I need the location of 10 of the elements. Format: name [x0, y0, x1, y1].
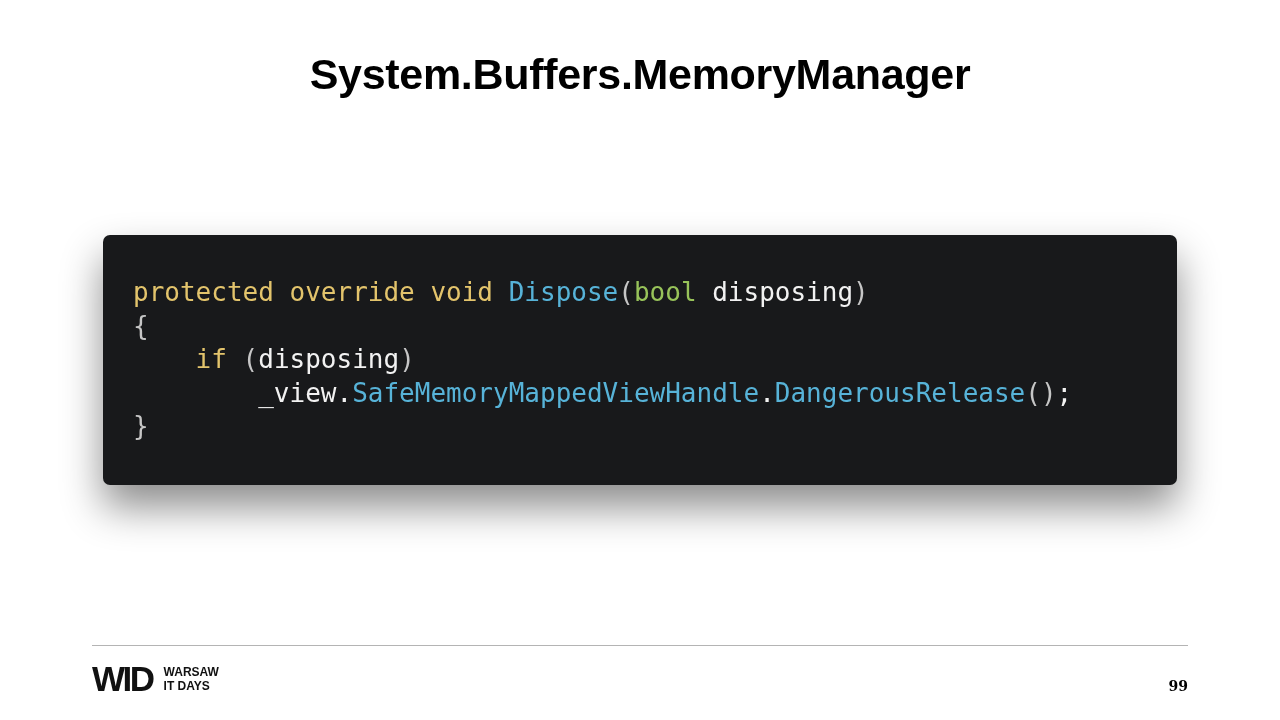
code-line: if (disposing) — [195, 343, 415, 377]
logo-tagline: IT DAYS — [163, 679, 211, 693]
slide-title: System.Buffers.MemoryManager — [309, 50, 971, 98]
code-line: { — [133, 309, 149, 343]
logo-tagline: WARSAW — [163, 665, 219, 679]
logo-wordmark: WID — [92, 664, 153, 694]
code-line: _view.SafeMemoryMappedViewHandle.DangerousRelease(); — [258, 376, 1073, 410]
page-number: 99 — [1168, 678, 1188, 694]
code-line: } — [133, 410, 149, 444]
code-line: protected override void Dispose(bool disposing) — [133, 276, 869, 310]
